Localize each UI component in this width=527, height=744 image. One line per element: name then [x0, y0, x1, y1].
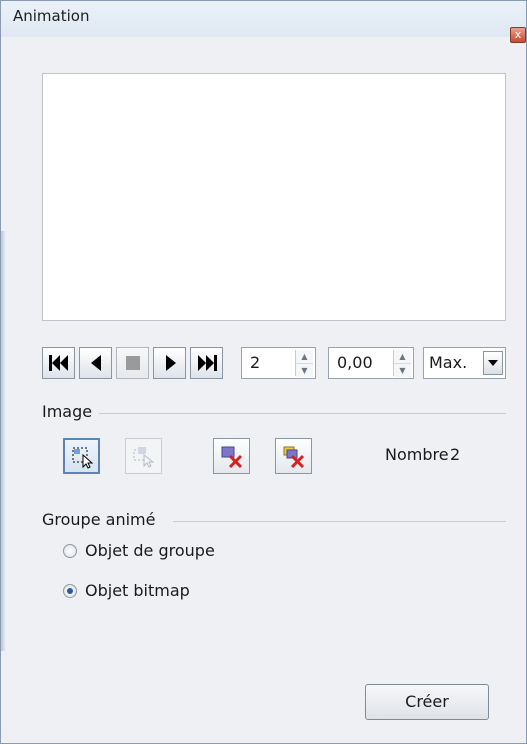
delete-all-images-icon [283, 446, 305, 469]
delete-all-images-button[interactable] [275, 438, 312, 474]
apply-object-icon [72, 447, 94, 469]
dropdown-button[interactable] [483, 351, 503, 375]
animation-dialog: Animation x 2 ▲ ▼ 0,00 ▲ ▼ Max. Image No… [0, 0, 527, 744]
window-title: Animation [13, 7, 90, 25]
previous-frame-icon [91, 355, 101, 371]
image-number-field[interactable]: 2 ▲ ▼ [241, 347, 316, 379]
loop-count-select[interactable]: Max. [423, 347, 506, 379]
stop-icon [126, 356, 140, 370]
spin-up-icon[interactable]: ▲ [296, 350, 313, 363]
close-button[interactable]: x [510, 27, 526, 43]
delete-current-image-button[interactable] [213, 438, 250, 474]
duration-field[interactable]: 0,00 ▲ ▼ [328, 347, 414, 379]
apply-objects-individually-icon [133, 447, 155, 468]
loop-count-value: Max. [429, 353, 468, 372]
first-frame-icon [49, 355, 68, 371]
close-icon: x [514, 28, 522, 41]
duration-value: 0,00 [337, 353, 373, 372]
stop-button[interactable] [116, 347, 149, 379]
apply-object-button[interactable] [63, 438, 100, 474]
group-section-divider [173, 521, 506, 522]
count-label: Nombre [385, 445, 449, 464]
radio-button[interactable] [63, 544, 77, 558]
spin-up-icon[interactable]: ▲ [394, 350, 411, 363]
spin-down-icon[interactable]: ▼ [296, 363, 313, 377]
radio-label: Objet bitmap [85, 581, 190, 600]
image-section-label: Image [42, 402, 93, 421]
chevron-down-icon [488, 360, 498, 366]
image-section-divider [99, 413, 506, 414]
window-edge [1, 231, 6, 651]
previous-frame-button[interactable] [79, 347, 112, 379]
last-frame-icon [198, 355, 217, 371]
image-number-value: 2 [250, 353, 261, 372]
last-frame-button[interactable] [190, 347, 223, 379]
animation-preview [42, 73, 506, 321]
title-bar: Animation x [1, 1, 526, 43]
image-number-spinner[interactable]: ▲ ▼ [295, 350, 313, 377]
create-button[interactable]: Créer [365, 684, 489, 720]
group-section-label: Groupe animé [42, 510, 156, 529]
count-value: 2 [450, 445, 461, 464]
play-icon [166, 355, 176, 371]
play-button[interactable] [153, 347, 186, 379]
duration-spinner[interactable]: ▲ ▼ [393, 350, 411, 377]
apply-objects-individually-button[interactable] [125, 438, 162, 474]
first-frame-button[interactable] [42, 347, 75, 379]
radio-button[interactable] [63, 584, 77, 598]
radio-label: Objet de groupe [85, 541, 215, 560]
delete-current-image-icon [221, 446, 243, 469]
spin-down-icon[interactable]: ▼ [394, 363, 411, 377]
